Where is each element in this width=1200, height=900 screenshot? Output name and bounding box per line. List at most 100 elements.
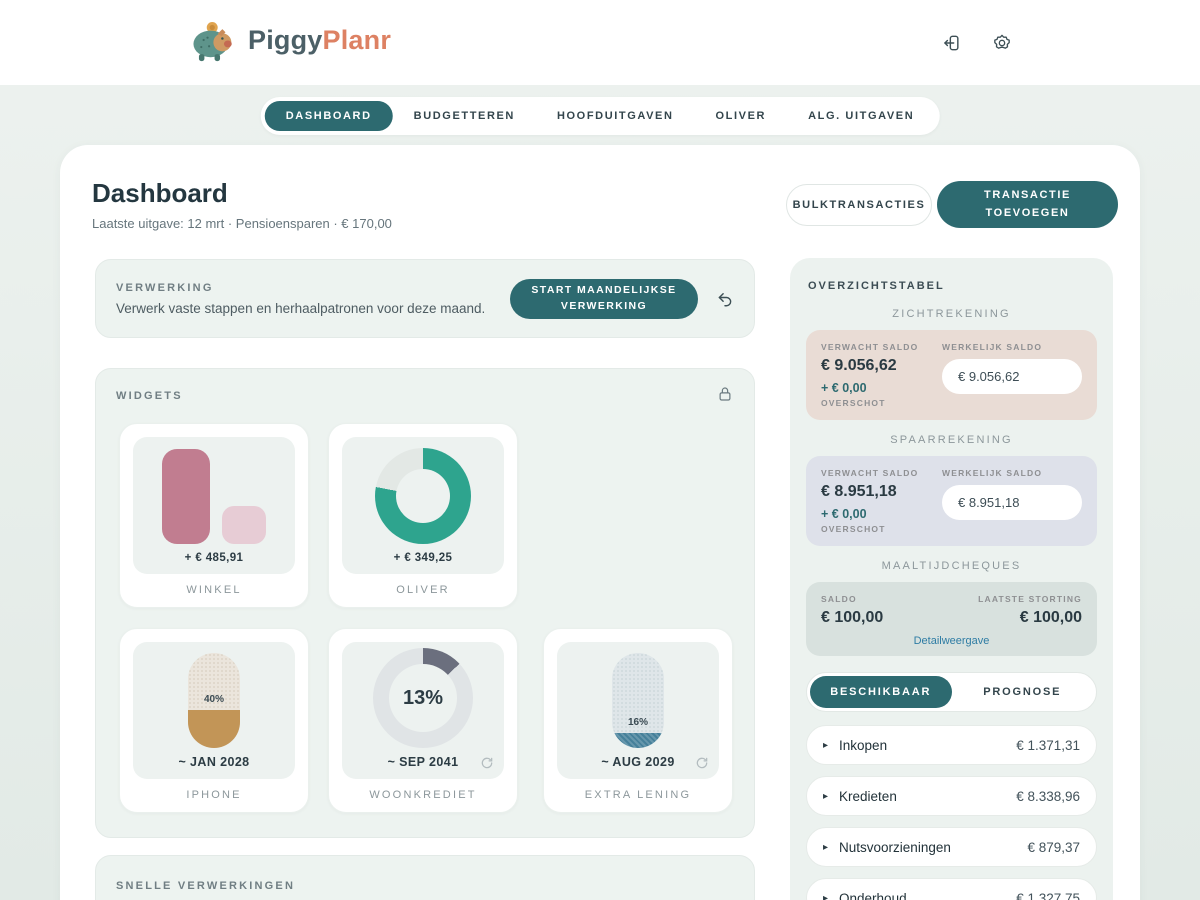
widget-oliver[interactable]: + € 349,25 OLIVER	[328, 423, 518, 608]
actual-balance-input[interactable]: € 9.056,62	[942, 359, 1082, 394]
main-nav: DASHBOARD BUDGETTEREN HOOFDUITGAVEN OLIV…	[261, 97, 940, 135]
category-row-onderhoud[interactable]: ▸ Onderhoud € 1.327,75	[806, 878, 1097, 900]
saldo-value: € 100,00	[821, 609, 883, 627]
iphone-gauge-fill	[188, 710, 240, 748]
logout-icon[interactable]	[942, 33, 962, 53]
category-name: Onderhoud	[839, 891, 907, 900]
iphone-label: IPHONE	[120, 789, 308, 801]
overview-label: OVERZICHTSTABEL	[808, 280, 1097, 292]
widget-winkel[interactable]: + € 485,91 WINKEL	[119, 423, 309, 608]
chevron-right-icon: ▸	[823, 791, 828, 802]
quick-processing-panel: SNELLE VERWERKINGEN	[95, 855, 755, 900]
zichtrekening-card: VERWACHT SALDO € 9.056,62 + € 0,00 OVERS…	[806, 330, 1097, 420]
actual-balance-input[interactable]: € 8.951,18	[942, 485, 1082, 520]
tab-budgetteren[interactable]: BUDGETTEREN	[393, 101, 536, 131]
dashboard-card: Dashboard Laatste uitgave: 12 mrt · Pens…	[60, 145, 1140, 900]
processing-label: VERWERKING	[116, 282, 510, 294]
last-deposit-label: LAATSTE STORTING	[978, 594, 1082, 604]
widget-extra-lening[interactable]: 16% ~ AUG 2029 EXTRA LENING	[543, 628, 733, 813]
surplus-label: OVERSCHOT	[821, 524, 942, 534]
category-amount: € 8.338,96	[1016, 789, 1080, 804]
expected-balance-label: VERWACHT SALDO	[821, 468, 942, 478]
iphone-gauge: 40%	[188, 653, 240, 748]
category-amount: € 1.371,31	[1016, 738, 1080, 753]
quick-processing-label: SNELLE VERWERKINGEN	[116, 880, 295, 892]
extra-lening-gauge-fill	[612, 733, 664, 748]
add-transaction-button[interactable]: TRANSACTIE TOEVOEGEN	[937, 181, 1118, 228]
tab-dashboard[interactable]: DASHBOARD	[265, 101, 393, 131]
category-name: Nutsvoorzieningen	[839, 840, 951, 855]
surplus-value: + € 0,00	[821, 381, 942, 395]
category-row-nutsvoorzieningen[interactable]: ▸ Nutsvoorzieningen € 879,37	[806, 827, 1097, 867]
page-title: Dashboard	[92, 178, 228, 209]
app-title: PiggyPlanr	[248, 25, 391, 56]
overview-panel: OVERZICHTSTABEL ZICHTREKENING VERWACHT S…	[790, 258, 1113, 900]
iphone-date: ~ JAN 2028	[178, 755, 249, 769]
winkel-bar-chart	[162, 449, 266, 544]
actual-balance-label: WERKELIJK SALDO	[942, 468, 1082, 478]
extra-lening-percent: 16%	[612, 717, 664, 728]
tab-oliver[interactable]: OLIVER	[695, 101, 788, 131]
toggle-prognose[interactable]: PROGNOSE	[952, 676, 1094, 708]
extra-lening-date: ~ AUG 2029	[601, 755, 674, 769]
tab-alg-uitgaven[interactable]: ALG. UITGAVEN	[787, 101, 935, 131]
category-name: Kredieten	[839, 789, 897, 804]
processing-panel: VERWERKING Verwerk vaste stappen en herh…	[95, 259, 755, 338]
actual-balance-label: WERKELIJK SALDO	[942, 342, 1082, 352]
category-amount: € 1.327,75	[1016, 891, 1080, 900]
spaarrekening-card: VERWACHT SALDO € 8.951,18 + € 0,00 OVERS…	[806, 456, 1097, 546]
view-toggle: BESCHIKBAAR PROGNOSE	[806, 672, 1097, 712]
maaltijdcheques-card: SALDO € 100,00 LAATSTE STORTING € 100,00…	[806, 582, 1097, 656]
last-expense-subtitle: Laatste uitgave: 12 mrt · Pensioensparen…	[92, 216, 392, 231]
category-row-inkopen[interactable]: ▸ Inkopen € 1.371,31	[806, 725, 1097, 765]
spaarrekening-title: SPAARREKENING	[806, 434, 1097, 446]
app-logo: PiggyPlanr	[188, 18, 391, 62]
chevron-right-icon: ▸	[823, 740, 828, 751]
iphone-percent: 40%	[188, 694, 240, 705]
zichtrekening-title: ZICHTREKENING	[806, 308, 1097, 320]
chevron-right-icon: ▸	[823, 842, 828, 853]
surplus-label: OVERSCHOT	[821, 398, 942, 408]
expected-balance-label: VERWACHT SALDO	[821, 342, 942, 352]
winkel-value: + € 485,91	[185, 552, 244, 564]
last-deposit-value: € 100,00	[978, 609, 1082, 627]
piggy-bank-icon	[188, 18, 238, 62]
woonkrediet-percent: 13%	[373, 648, 473, 748]
bar-tall	[162, 449, 210, 544]
refresh-icon[interactable]	[695, 756, 709, 770]
woonkrediet-date: ~ SEP 2041	[388, 755, 459, 769]
expected-balance-value: € 8.951,18	[821, 483, 942, 501]
lock-icon[interactable]	[716, 385, 734, 403]
refresh-icon[interactable]	[480, 756, 494, 770]
widgets-panel: WIDGETS + € 485,91 WINKEL + € 349,25	[95, 368, 755, 838]
category-amount: € 879,37	[1027, 840, 1080, 855]
widget-iphone[interactable]: 40% ~ JAN 2028 IPHONE	[119, 628, 309, 813]
winkel-label: WINKEL	[120, 584, 308, 596]
app-header: PiggyPlanr	[0, 0, 1200, 85]
oliver-value: + € 349,25	[394, 552, 453, 564]
oliver-donut-chart	[375, 448, 471, 544]
oliver-label: OLIVER	[329, 584, 517, 596]
bar-short	[222, 506, 266, 544]
woonkrediet-donut-chart: 13%	[373, 648, 473, 748]
category-row-kredieten[interactable]: ▸ Kredieten € 8.338,96	[806, 776, 1097, 816]
settings-gear-icon[interactable]	[992, 33, 1012, 53]
maaltijdcheques-title: MAALTIJDCHEQUES	[806, 560, 1097, 572]
chevron-right-icon: ▸	[823, 893, 828, 900]
tab-hoofduitgaven[interactable]: HOOFDUITGAVEN	[536, 101, 695, 131]
bulk-transactions-button[interactable]: BULKTRANSACTIES	[786, 184, 932, 226]
widgets-label: WIDGETS	[116, 390, 183, 402]
category-name: Inkopen	[839, 738, 887, 753]
expected-balance-value: € 9.056,62	[821, 357, 942, 375]
start-monthly-processing-button[interactable]: START MAANDELIJKSE VERWERKING	[510, 279, 698, 319]
detail-view-link[interactable]: Detailweergave	[821, 635, 1082, 647]
undo-icon[interactable]	[716, 290, 734, 308]
widget-woonkrediet[interactable]: 13% ~ SEP 2041 WOONKREDIET	[328, 628, 518, 813]
surplus-value: + € 0,00	[821, 507, 942, 521]
toggle-beschikbaar[interactable]: BESCHIKBAAR	[810, 676, 952, 708]
woonkrediet-label: WOONKREDIET	[329, 789, 517, 801]
extra-lening-label: EXTRA LENING	[544, 789, 732, 801]
saldo-label: SALDO	[821, 594, 883, 604]
extra-lening-gauge: 16%	[612, 653, 664, 748]
processing-description: Verwerk vaste stappen en herhaalpatronen…	[116, 301, 510, 316]
